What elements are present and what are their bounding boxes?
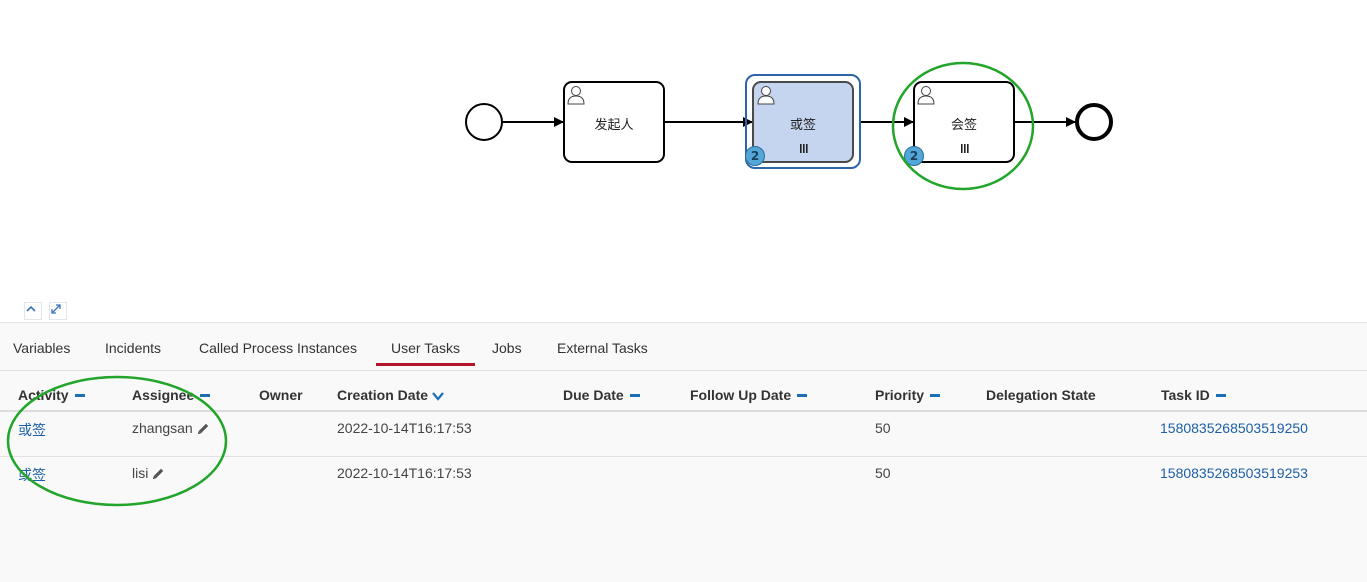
collapse-button[interactable] — [24, 302, 42, 320]
column-header-task-id[interactable]: Task ID — [1161, 387, 1226, 403]
column-header-owner: Owner — [259, 387, 303, 403]
expand-icon — [51, 304, 61, 314]
tab-user-tasks[interactable]: User Tasks — [376, 340, 475, 366]
sort-minus-icon[interactable] — [930, 393, 941, 397]
tab-variables[interactable]: Variables — [13, 340, 70, 356]
header-divider — [0, 410, 1367, 412]
task-id-link[interactable]: 1580835268503519250 — [1160, 420, 1308, 436]
sort-minus-icon[interactable] — [797, 393, 808, 397]
tab-called-process-instances[interactable]: Called Process Instances — [199, 340, 357, 356]
task-label: 或签 — [789, 118, 816, 133]
activity-link[interactable]: 或签 — [18, 420, 46, 440]
instance-count-badge[interactable]: 2 — [745, 146, 765, 166]
tab-bar: Variables Incidents Called Process Insta… — [0, 323, 1367, 371]
creation-date-cell: 2022-10-14T16:17:53 — [337, 420, 472, 436]
column-header-follow-up-date[interactable]: Follow Up Date — [690, 387, 808, 403]
bpmn-diagram: 发起人 或签 会签 2 2 — [0, 0, 1367, 322]
task-label: 发起人 — [594, 118, 634, 133]
sort-minus-icon[interactable] — [1215, 393, 1226, 397]
assignee-cell: lisi — [132, 465, 165, 481]
column-header-assignee[interactable]: Assignee — [132, 387, 211, 403]
activity-link[interactable]: 或签 — [18, 465, 46, 485]
collapse-icon — [26, 305, 36, 312]
sort-minus-icon[interactable] — [74, 393, 85, 397]
row-divider — [0, 456, 1367, 457]
task-id-link[interactable]: 1580835268503519253 — [1160, 465, 1308, 481]
pencil-icon[interactable] — [196, 422, 210, 436]
end-event[interactable] — [1075, 103, 1113, 141]
multi-instance-parallel-icon — [800, 144, 808, 153]
column-header-priority[interactable]: Priority — [875, 387, 941, 403]
tab-external-tasks[interactable]: External Tasks — [557, 340, 648, 356]
start-event[interactable] — [465, 103, 503, 141]
sort-minus-icon[interactable] — [629, 393, 640, 397]
details-panel: Variables Incidents Called Process Insta… — [0, 322, 1367, 582]
column-header-activity[interactable]: Activity — [18, 387, 85, 403]
assignee-cell: zhangsan — [132, 420, 210, 436]
priority-cell: 50 — [875, 420, 891, 436]
instance-count-badge[interactable]: 2 — [904, 146, 924, 166]
priority-cell: 50 — [875, 465, 891, 481]
column-header-delegation-state: Delegation State — [986, 387, 1096, 403]
sort-desc-icon[interactable] — [432, 391, 444, 402]
expand-button[interactable] — [49, 302, 67, 320]
task-label: 会签 — [950, 118, 977, 133]
creation-date-cell: 2022-10-14T16:17:53 — [337, 465, 472, 481]
sort-minus-icon[interactable] — [200, 393, 211, 397]
column-header-due-date[interactable]: Due Date — [563, 387, 640, 403]
tab-incidents[interactable]: Incidents — [105, 340, 161, 356]
multi-instance-parallel-icon — [961, 144, 969, 153]
pencil-icon[interactable] — [151, 467, 165, 481]
column-header-creation-date[interactable]: Creation Date — [337, 387, 444, 403]
tab-jobs[interactable]: Jobs — [492, 340, 522, 356]
